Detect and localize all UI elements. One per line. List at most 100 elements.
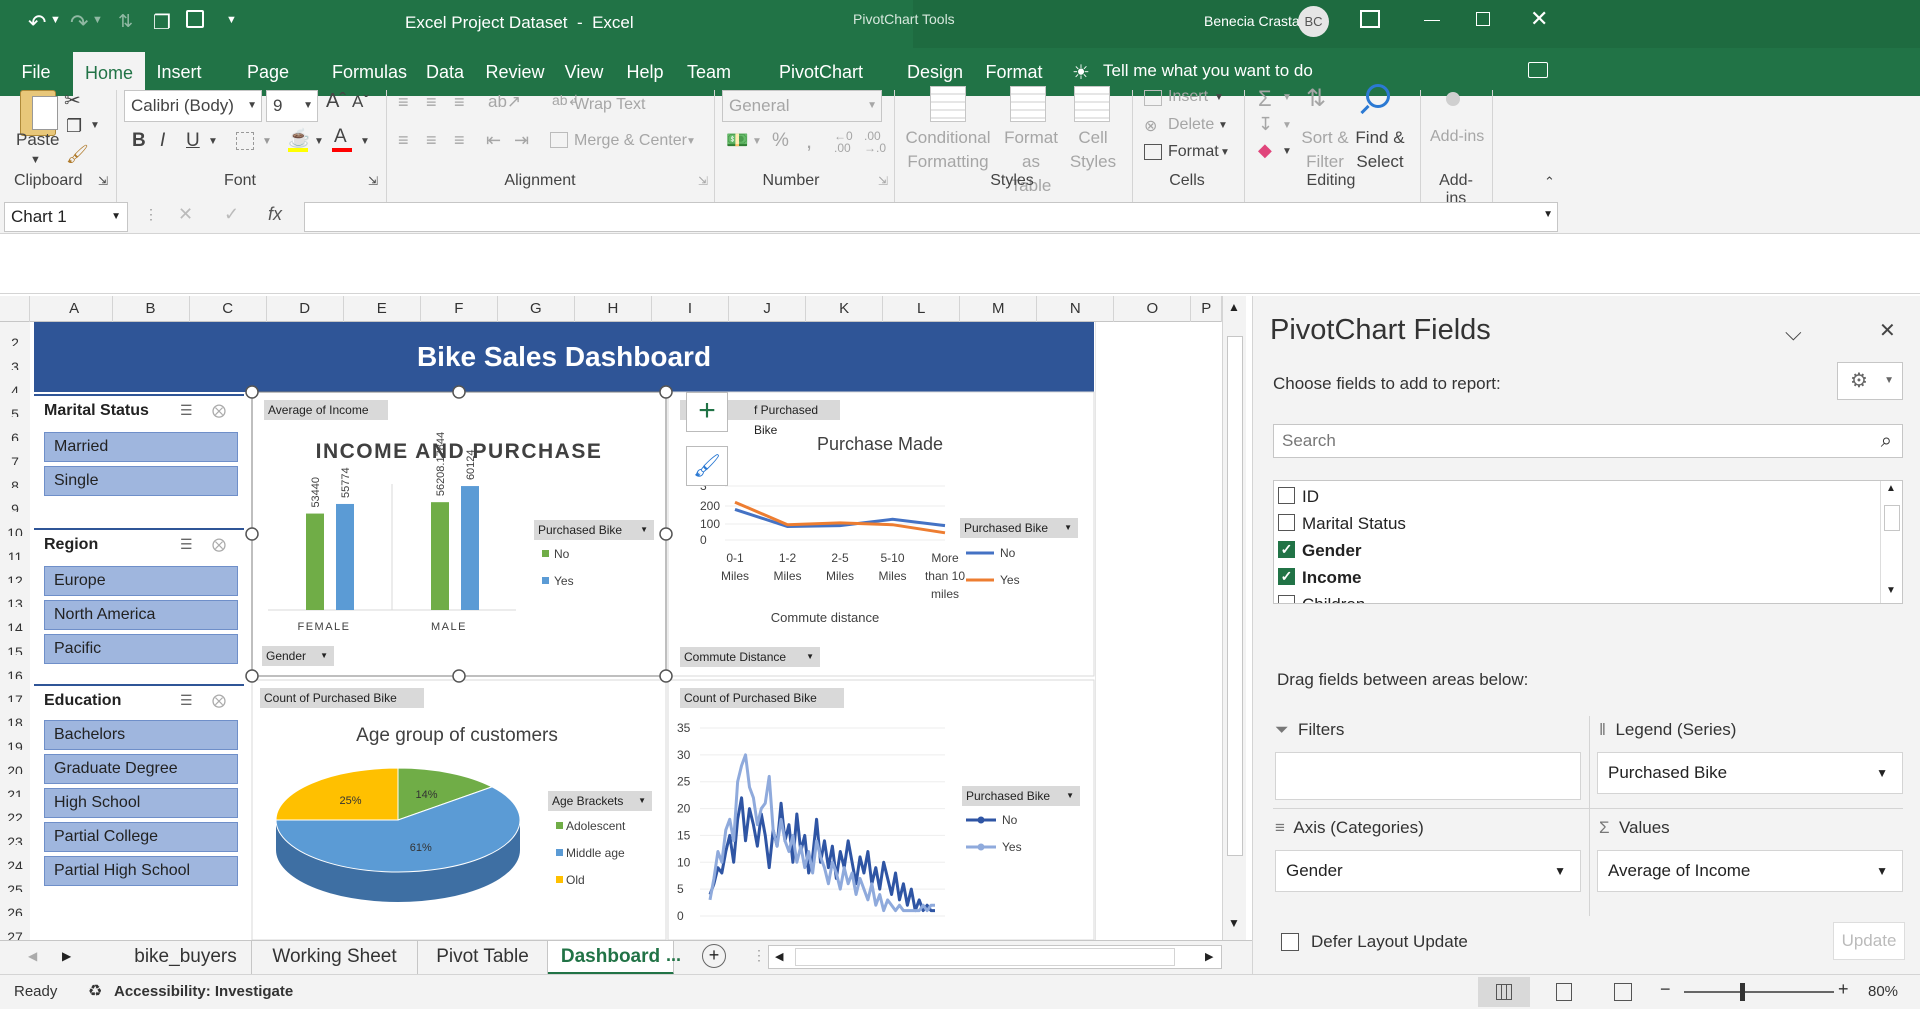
chart1-legend-field-button[interactable]: Purchased Bike ▼	[534, 520, 654, 540]
chart2-category-label: than 10	[925, 569, 965, 583]
chart2-y-tick: 200	[700, 499, 720, 513]
chart1-category-label: MALE	[431, 621, 467, 633]
find-select-icon[interactable]	[1366, 84, 1390, 108]
defer-layout-checkbox[interactable]	[1281, 933, 1299, 951]
chart-elements-button[interactable]: +	[686, 392, 728, 432]
h-scroll-thumb[interactable]	[795, 948, 1175, 966]
chart1-legend-swatch	[542, 550, 549, 557]
chevron-down-icon[interactable]: ⌵	[1785, 320, 1802, 346]
sheet-tab-pivot-table[interactable]: Pivot Table	[418, 941, 548, 975]
update-button[interactable]: Update	[1833, 922, 1905, 960]
chart3-legend-label: Adolescent	[566, 819, 626, 833]
find-select-button[interactable]: Find & Select	[1352, 126, 1408, 174]
scroll-down-icon[interactable]: ▼	[1228, 916, 1240, 930]
legend-field-select[interactable]: Purchased Bike ▼	[1597, 752, 1903, 794]
chart2-y-tick: 0	[700, 533, 707, 547]
horizontal-scrollbar[interactable]: ◀ ▶	[768, 945, 1222, 969]
find-select-icon-handle	[1360, 104, 1370, 115]
chart4-legend-marker	[977, 816, 985, 824]
chart1-value-field-button[interactable]: Average of Income	[264, 400, 388, 420]
next-sheet-icon[interactable]: ▶	[62, 949, 71, 963]
add-sheet-icon[interactable]: +	[702, 944, 726, 968]
clear-dropdown-icon[interactable]: ▼	[1282, 146, 1292, 157]
sort-filter-icon[interactable]: ⇅	[1306, 84, 1326, 113]
tab-split-icon[interactable]: ⋮	[752, 947, 766, 964]
chart1-axis-field-button[interactable]: Gender ▼	[262, 646, 334, 666]
chart2-axis-field-button[interactable]: Commute Distance ▼	[680, 647, 820, 667]
zoom-out-icon[interactable]: −	[1660, 979, 1671, 1000]
chart3-legend-label: Middle age	[566, 846, 625, 860]
addins-button[interactable]: Add-ins	[1430, 128, 1484, 146]
chart1-data-label: 53440	[310, 477, 322, 508]
chart3-legend-field-button[interactable]: Age Brackets ▼	[548, 791, 652, 811]
checkbox-icon[interactable]	[1278, 595, 1295, 603]
restore-icon[interactable]	[1476, 12, 1490, 26]
settings-gear-button[interactable]: ⚙ ▼	[1837, 362, 1903, 400]
accessibility-icon: ♻	[88, 983, 103, 1000]
chart2-category-label: miles	[931, 587, 959, 601]
chart2-x-label: Commute distance	[771, 610, 879, 625]
selection-handle	[659, 527, 673, 541]
checkbox-icon[interactable]	[1278, 514, 1295, 531]
sheet-tab-bike-buyers[interactable]: bike_buyers	[120, 941, 252, 975]
clear-icon[interactable]: ◆	[1258, 140, 1272, 161]
dropdown-arrow-icon: ▼	[1554, 864, 1566, 878]
sheet-tab-dashboard[interactable]: Dashboard	[548, 941, 674, 975]
more-sheets-button[interactable]: ...	[666, 945, 681, 966]
selection-handle	[245, 385, 259, 399]
fill-icon[interactable]: ↧	[1258, 114, 1273, 135]
checked-checkbox-icon[interactable]: ✓	[1278, 568, 1295, 585]
close-icon[interactable]: ✕	[1530, 6, 1548, 32]
zoom-slider[interactable]	[1684, 983, 1834, 1001]
filters-drop-zone[interactable]	[1275, 752, 1581, 800]
collapse-ribbon-icon[interactable]: ⌃	[1544, 174, 1555, 190]
field-list-scrollbar[interactable]: ▲ ▼	[1880, 481, 1902, 603]
chart4-y-tick: 25	[677, 775, 691, 789]
minimize-icon[interactable]	[1424, 20, 1440, 21]
zoom-level[interactable]: 80%	[1868, 983, 1898, 1000]
sheet-tab-working-sheet[interactable]: Working Sheet	[252, 941, 418, 975]
pane-title: PivotChart Fields	[1270, 314, 1491, 346]
chart4-legend-field-button[interactable]: Purchased Bike ▼	[962, 786, 1080, 806]
axis-field-select[interactable]: Gender ▼	[1275, 850, 1581, 892]
chart2-category-label: Miles	[878, 569, 906, 583]
autosum-dropdown-icon[interactable]: ▼	[1282, 92, 1292, 103]
chart2-legend-field-button[interactable]: Purchased Bike ▼	[960, 518, 1078, 538]
checked-checkbox-icon[interactable]: ✓	[1278, 541, 1295, 558]
chart4-y-tick: 15	[677, 828, 691, 842]
avatar[interactable]: BC	[1298, 6, 1329, 37]
checkbox-icon[interactable]	[1278, 487, 1295, 504]
scroll-left-icon[interactable]: ◀	[775, 950, 783, 963]
vertical-scrollbar[interactable]: ▲ ▼	[1222, 296, 1246, 940]
chart4-y-tick: 0	[677, 909, 684, 923]
pane-close-icon[interactable]: ✕	[1879, 318, 1896, 343]
scroll-up-icon[interactable]: ▲	[1228, 300, 1240, 314]
comments-icon[interactable]	[1528, 62, 1548, 78]
scroll-thumb[interactable]	[1227, 336, 1243, 856]
zoom-slider-thumb[interactable]	[1740, 983, 1745, 1001]
page-layout-view-icon[interactable]	[1556, 983, 1572, 1001]
ribbon-display-icon[interactable]	[1360, 10, 1380, 28]
prev-sheet-icon[interactable]: ◀	[28, 949, 37, 963]
sort-filter-button[interactable]: Sort & Filter	[1298, 126, 1352, 174]
dropdown-arrow-icon: ▼	[1876, 864, 1888, 878]
accessibility-status[interactable]: Accessibility: Investigate	[114, 983, 293, 1000]
selection-handle	[659, 385, 673, 399]
autosum-icon[interactable]: Σ	[1258, 86, 1272, 112]
chart2-category-label: 2-5	[831, 551, 849, 565]
values-field-select[interactable]: Average of Income ▼	[1597, 850, 1903, 892]
chart3-data-label: 25%	[340, 795, 362, 807]
chart2-category-label: 5-10	[880, 551, 904, 565]
scroll-right-icon[interactable]: ▶	[1205, 950, 1213, 963]
chart-styles-button[interactable]: 🖌	[686, 446, 728, 486]
zoom-in-icon[interactable]: +	[1838, 979, 1849, 1000]
search-input[interactable]: Search ⌕	[1273, 424, 1903, 458]
fill-dropdown-icon-2[interactable]: ▼	[1282, 120, 1292, 131]
page-break-view-icon[interactable]	[1614, 983, 1632, 1001]
defer-layout-label: Defer Layout Update	[1311, 932, 1468, 951]
chart3-value-field-button[interactable]: Count of Purchased Bike	[260, 688, 424, 708]
chart4-value-field-button[interactable]: Count of Purchased Bike	[680, 688, 844, 708]
selection-handle	[452, 385, 466, 399]
addins-icon[interactable]	[1446, 92, 1460, 106]
chart3-data-label: 61%	[410, 842, 432, 854]
